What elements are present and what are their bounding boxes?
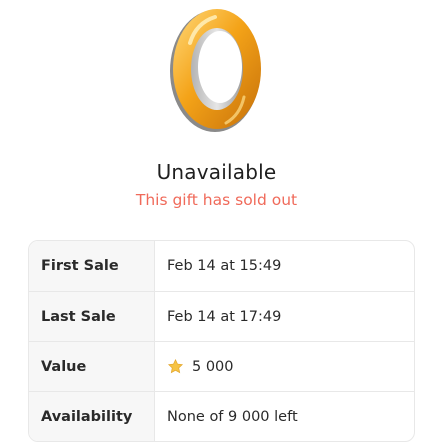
value-label: Value: [29, 342, 155, 391]
availability-value: None of 9 000 left: [167, 408, 298, 425]
table-row: Value 5 000: [29, 341, 414, 391]
status-subtitle: This gift has sold out: [135, 191, 298, 209]
table-row: First Sale Feb 14 at 15:49: [29, 241, 414, 291]
value-cell: 5 000: [155, 358, 414, 375]
gift-details-table: First Sale Feb 14 at 15:49 Last Sale Feb…: [28, 240, 415, 442]
value-amount: 5 000: [192, 358, 234, 375]
status-section: Unavailable This gift has sold out: [0, 160, 433, 210]
status-title: Unavailable: [156, 160, 277, 184]
gold-ring-icon: [160, 5, 276, 136]
first-sale-label: First Sale: [29, 241, 155, 291]
last-sale-value: Feb 14 at 17:49: [167, 308, 282, 325]
star-icon: [167, 358, 184, 375]
gift-info-panel: Unavailable This gift has sold out First…: [0, 0, 433, 448]
table-row: Availability None of 9 000 left: [29, 391, 414, 441]
last-sale-label: Last Sale: [29, 292, 155, 341]
availability-label: Availability: [29, 392, 155, 441]
first-sale-value: Feb 14 at 15:49: [167, 258, 282, 274]
table-row: Last Sale Feb 14 at 17:49: [29, 291, 414, 341]
